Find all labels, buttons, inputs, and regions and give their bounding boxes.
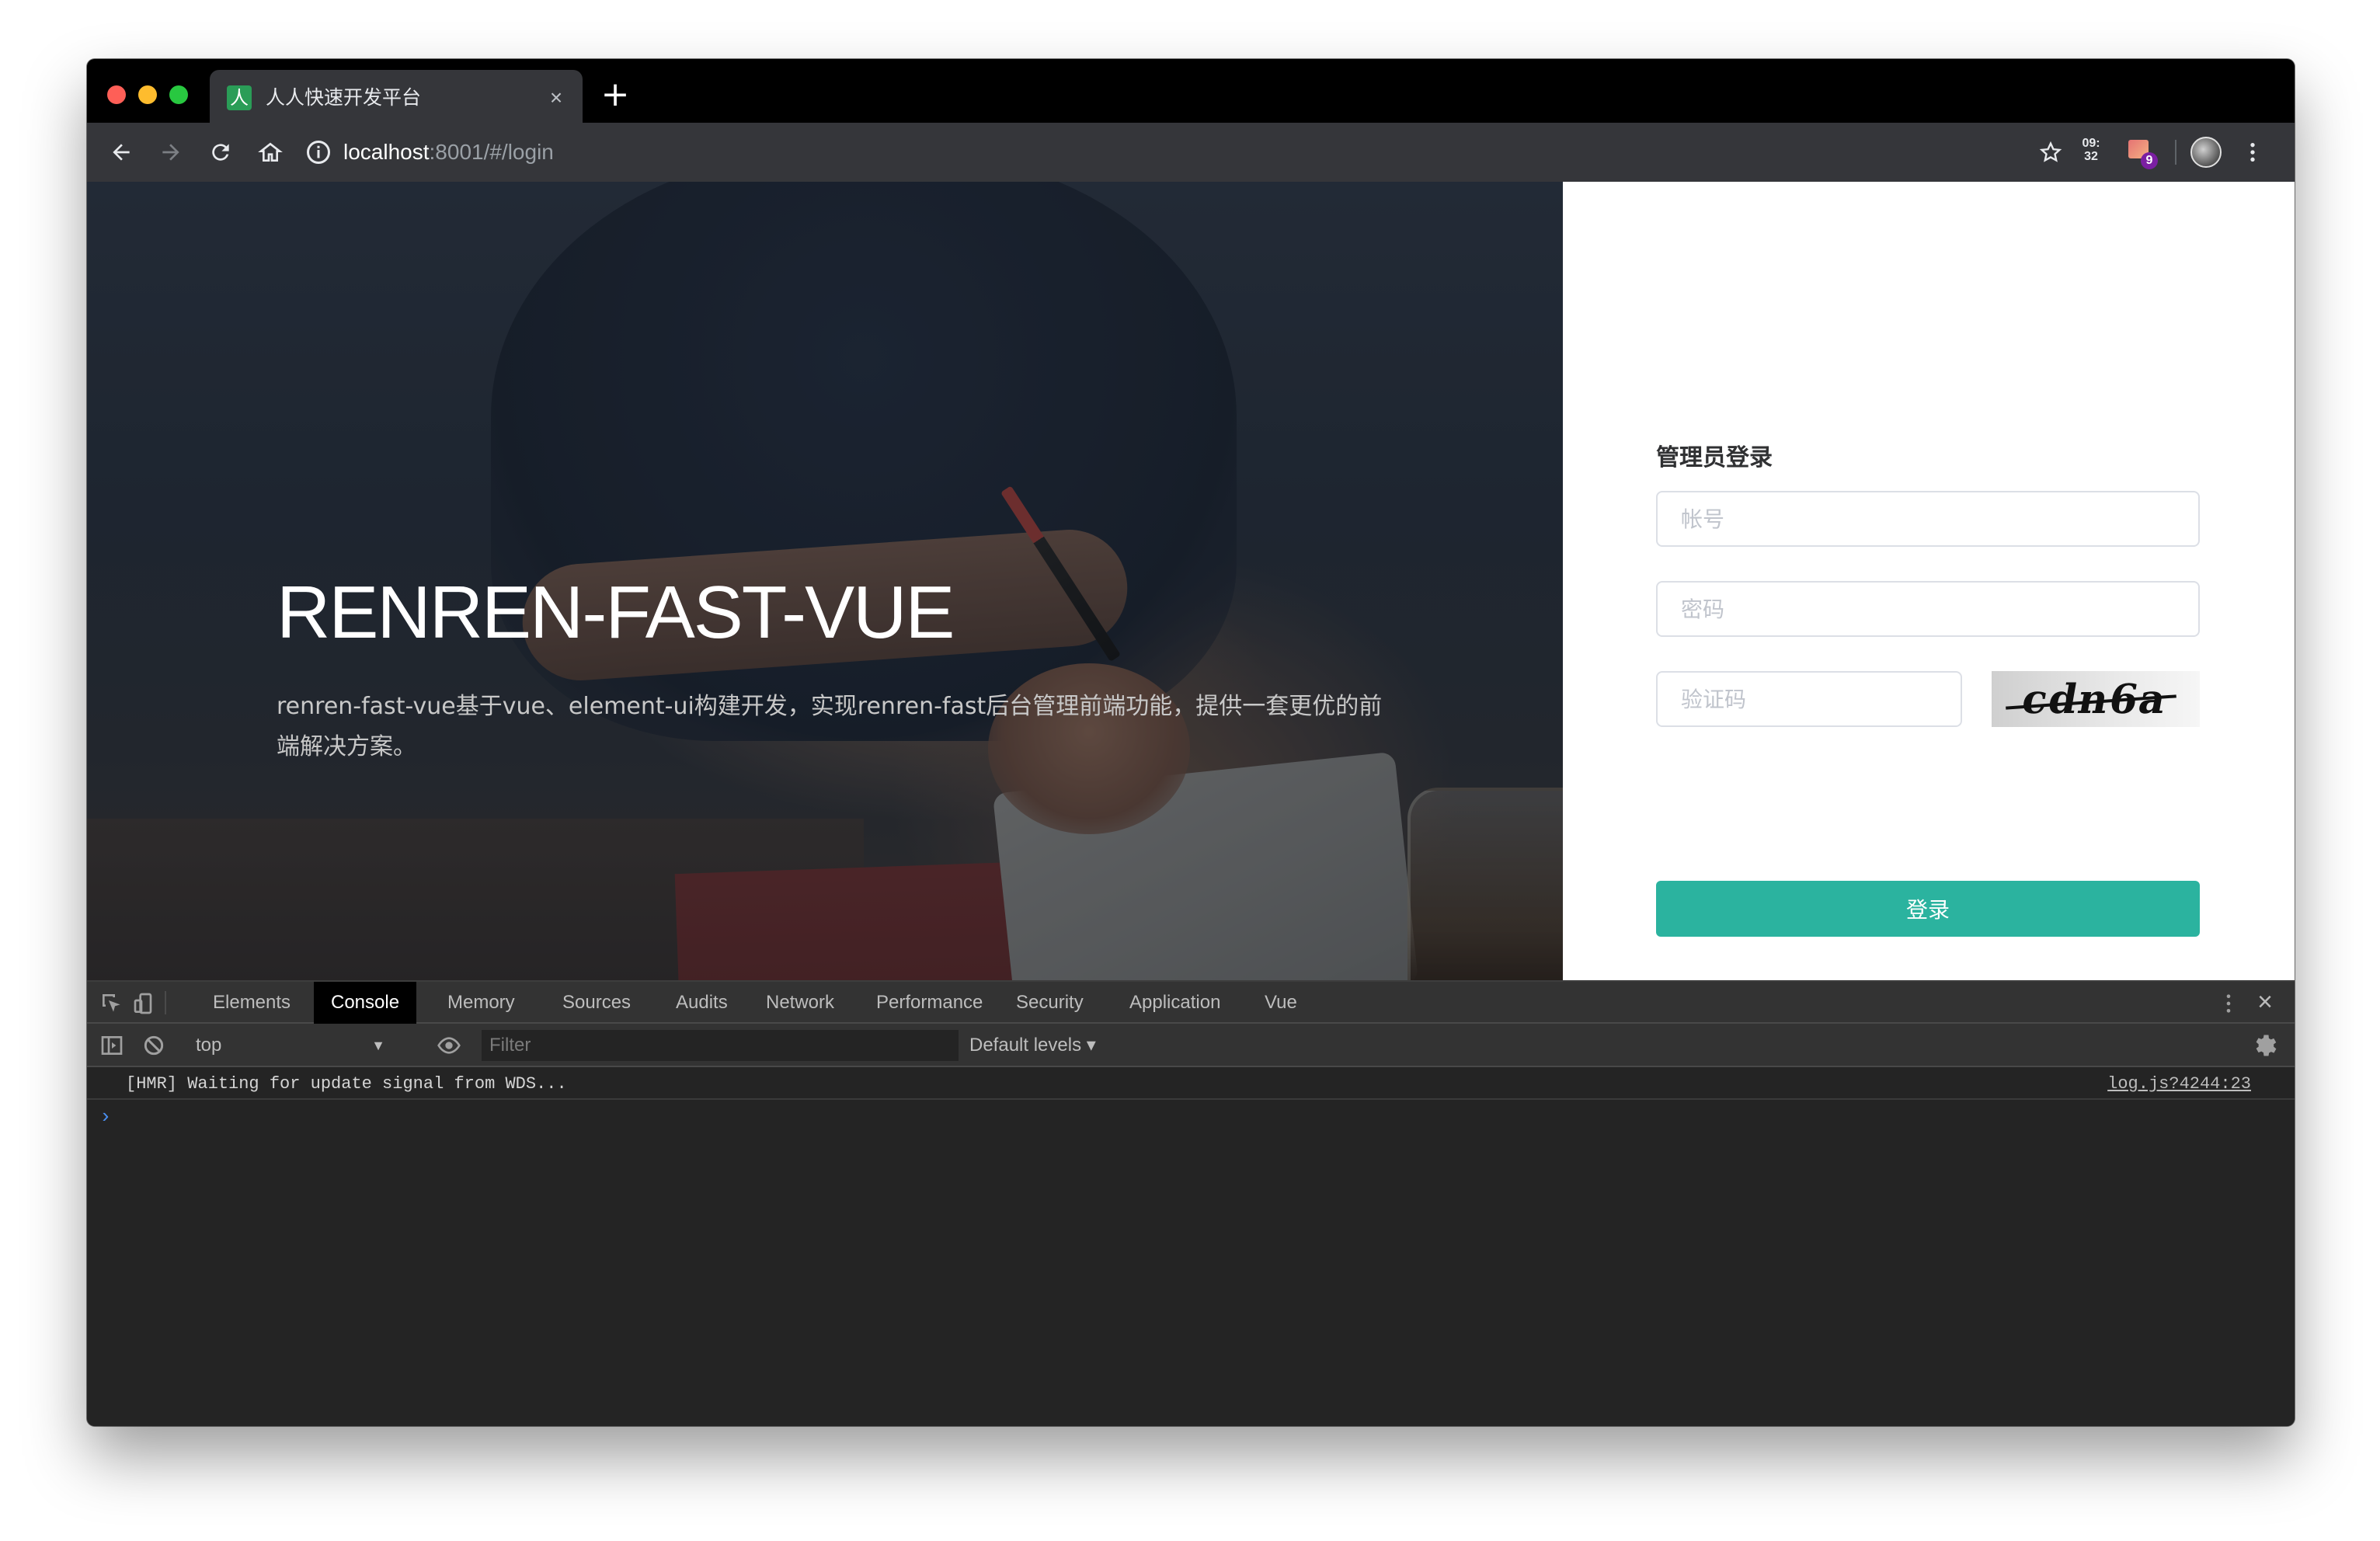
hero-description: renren-fast-vue基于vue、element-ui构建开发，实现re…: [277, 693, 1383, 760]
devtools-tab-security[interactable]: Security: [999, 982, 1101, 1024]
sidebar-toggle-icon[interactable]: [99, 1033, 124, 1058]
console-prompt[interactable]: ›: [99, 1101, 112, 1132]
context-caret-icon: ▼: [371, 1038, 385, 1053]
favicon-icon: 人: [227, 85, 252, 110]
back-icon[interactable]: [103, 134, 140, 171]
toolbar-divider: [2175, 140, 2176, 165]
browser-tab[interactable]: 人 人人快速开发平台 ×: [210, 70, 583, 123]
info-icon[interactable]: [304, 138, 332, 166]
page-viewport: RENREN-FAST-VUE renren-fast-vue基于vue、ele…: [87, 182, 2295, 980]
url-path: :8001/#/login: [429, 140, 554, 164]
devtools-tab-audits[interactable]: Audits: [659, 982, 745, 1024]
console-message-text: [HMR] Waiting for update signal from WDS…: [126, 1074, 567, 1094]
reload-icon[interactable]: [202, 134, 239, 171]
address-bar[interactable]: localhost:8001/#/login: [304, 130, 2044, 174]
clock-extension-icon[interactable]: 09: 32: [2076, 137, 2107, 168]
login-title: 管理员登录: [1656, 444, 1773, 471]
console-toolbar: top ▼ Default levels ▾: [87, 1024, 2295, 1067]
inspect-element-icon[interactable]: [99, 991, 124, 1016]
minimize-window-button[interactable]: [138, 85, 157, 104]
devtools-tab-application[interactable]: Application: [1112, 982, 1237, 1024]
captcha-input[interactable]: [1658, 673, 1961, 725]
context-value: top: [196, 1035, 222, 1056]
devtools-tab-sources[interactable]: Sources: [545, 982, 648, 1024]
hero-title: RENREN-FAST-VUE: [277, 571, 955, 654]
url-host: localhost: [343, 140, 430, 164]
console-message: [HMR] Waiting for update signal from WDS…: [87, 1069, 2295, 1100]
console-settings-gear-icon[interactable]: [2251, 1031, 2279, 1059]
devtools-tab-network[interactable]: Network: [749, 982, 851, 1024]
tab-close-icon[interactable]: ×: [544, 85, 569, 110]
tab-title: 人人快速开发平台: [266, 86, 422, 109]
login-button[interactable]: 登录: [1656, 881, 2200, 937]
devtools-close-icon[interactable]: ×: [2253, 989, 2277, 1015]
close-window-button[interactable]: [107, 85, 126, 104]
profile-avatar[interactable]: [2190, 137, 2222, 168]
tab-strip: 人 人人快速开发平台 × +: [87, 59, 2295, 123]
browser-toolbar: localhost:8001/#/login 09: 32 9: [87, 123, 2295, 182]
captcha-field: [1656, 671, 1962, 727]
console-filter: [482, 1030, 959, 1061]
hero-background: RENREN-FAST-VUE renren-fast-vue基于vue、ele…: [87, 182, 1563, 980]
console-filter-input[interactable]: [482, 1030, 959, 1061]
device-toolbar-icon[interactable]: [132, 991, 157, 1016]
devtools-menu-icon[interactable]: [2225, 993, 2232, 1014]
browser-menu-icon[interactable]: [2234, 134, 2271, 171]
devtools-divider: [165, 991, 166, 1014]
live-expression-eye-icon[interactable]: [437, 1033, 461, 1058]
bookmark-star-icon[interactable]: [2032, 134, 2069, 171]
devtools-tabbar: Elements Console Memory Sources Audits N…: [87, 982, 2295, 1024]
zoom-window-button[interactable]: [169, 85, 188, 104]
devtools-tab-vue[interactable]: Vue: [1247, 982, 1314, 1024]
clear-console-icon[interactable]: [141, 1033, 166, 1058]
captcha-image[interactable]: cdn6a: [1992, 671, 2200, 727]
devtools-tab-memory[interactable]: Memory: [430, 982, 532, 1024]
captcha-text: cdn6a: [2018, 676, 2172, 723]
home-icon[interactable]: [252, 134, 289, 171]
extension-badge: 9: [2141, 152, 2158, 169]
url-text: localhost:8001/#/login: [343, 130, 554, 174]
devtools-tab-elements[interactable]: Elements: [196, 982, 308, 1024]
username-field: [1656, 491, 2200, 547]
devtools-tab-console[interactable]: Console: [314, 982, 417, 1024]
devtools-panel: Elements Console Memory Sources Audits N…: [87, 980, 2295, 1426]
browser-window: 人 人人快速开发平台 × + localhost:8001/#/login 09…: [87, 59, 2295, 1426]
clock-minutes: 32: [2084, 150, 2098, 163]
log-levels-dropdown[interactable]: Default levels ▾: [962, 1031, 1104, 1059]
clock-hours: 09:: [2082, 137, 2100, 150]
extension-icon[interactable]: 9: [2125, 137, 2159, 171]
password-input[interactable]: [1658, 583, 2198, 635]
context-select[interactable]: top ▼: [188, 1031, 393, 1059]
devtools-tab-performance[interactable]: Performance: [859, 982, 1000, 1024]
login-panel: 管理员登录 cdn6a 登录: [1563, 182, 2295, 980]
new-tab-button[interactable]: +: [600, 78, 631, 112]
password-field: [1656, 581, 2200, 637]
forward-icon[interactable]: [152, 134, 190, 171]
username-input[interactable]: [1658, 492, 2198, 545]
console-message-source-link[interactable]: log.js?4244:23: [2107, 1069, 2251, 1100]
